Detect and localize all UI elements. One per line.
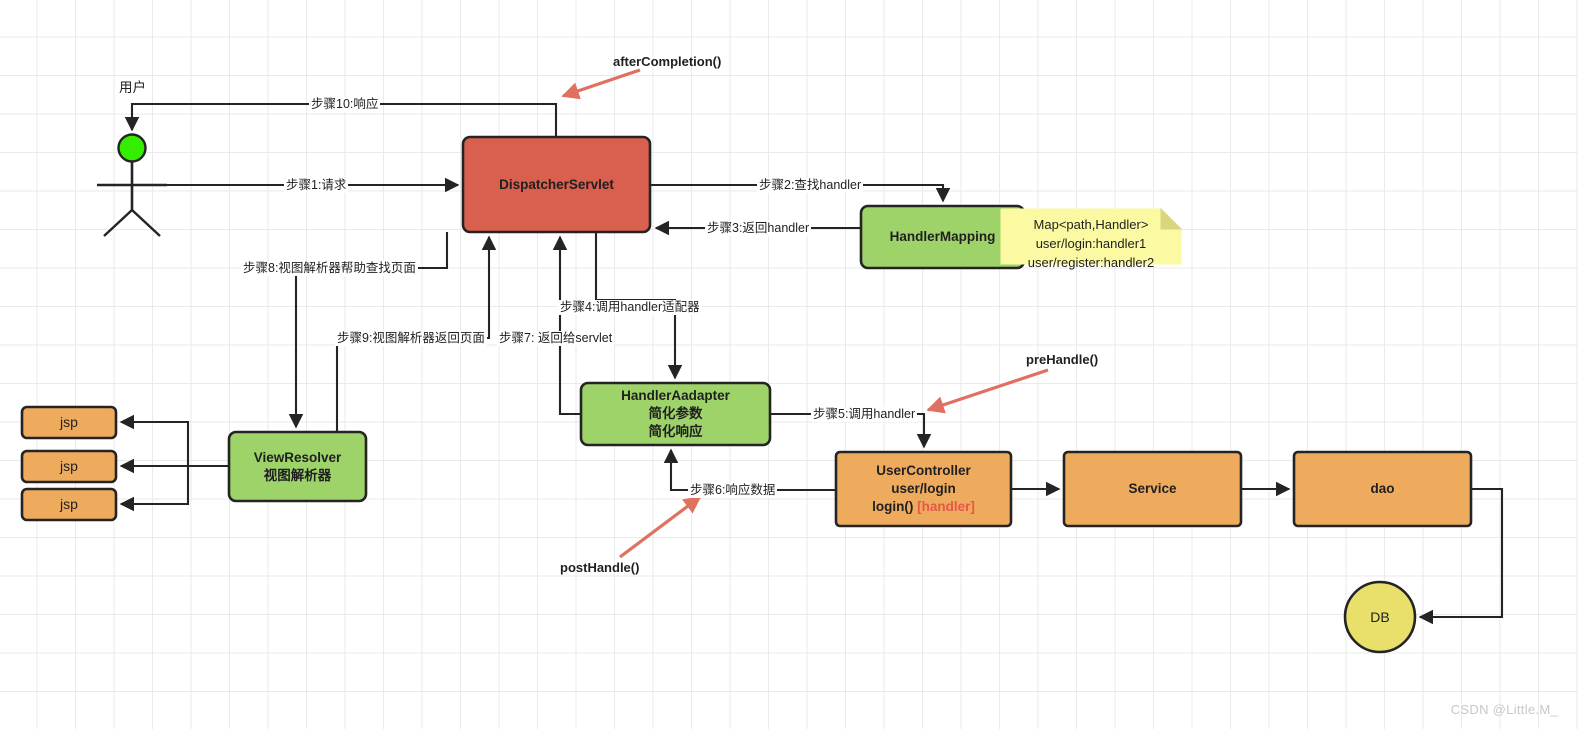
node-view-resolver[interactable] xyxy=(227,430,368,503)
note-line-1: Map<path,Handler> xyxy=(1033,217,1149,232)
edge-label-step3: 步骤3:返回handler xyxy=(705,221,812,236)
node-user-controller[interactable] xyxy=(834,450,1013,528)
annotation-arrow-post-handle xyxy=(619,495,702,559)
edge-step7 xyxy=(552,235,581,416)
edge-label-step5: 步骤5:调用handler xyxy=(811,407,918,422)
node-handler-mapping[interactable] xyxy=(859,204,1026,270)
edge-label-step4: 步骤4:调用handler适配器 xyxy=(558,300,702,315)
node-db[interactable] xyxy=(1343,580,1417,654)
actor-user xyxy=(97,133,167,237)
node-jsp-1[interactable] xyxy=(20,405,118,440)
annotation-after-completion: afterCompletion() xyxy=(613,54,722,69)
edge-label-step9: 步骤9:视图解析器返回页面 xyxy=(335,331,487,346)
edge-label-step8: 步骤8:视图解析器帮助查找页面 xyxy=(241,261,418,276)
note-line-3: user/register:handler2 xyxy=(1027,254,1155,270)
edge-label-step6: 步骤6:响应数据 xyxy=(688,483,778,498)
node-jsp-3[interactable] xyxy=(20,487,118,522)
edge-label-step7: 步骤7: 返回给servlet xyxy=(497,331,615,346)
watermark: CSDN @Little.M_ xyxy=(1450,702,1558,717)
edge-label-step10: 步骤10:响应 xyxy=(309,97,381,112)
note-handler-map-text: Map<path,Handler> user/login:handler1 us… xyxy=(1001,216,1181,273)
diagram-svg xyxy=(20,68,1504,654)
note-line-2: user/login:handler1 xyxy=(1035,235,1147,251)
node-jsp-2[interactable] xyxy=(20,449,118,484)
node-service[interactable] xyxy=(1062,450,1243,528)
annotation-post-handle: postHandle() xyxy=(560,560,640,575)
edge-label-step2: 步骤2:查找handler xyxy=(757,178,864,193)
actor-user-label: 用户 xyxy=(119,80,146,95)
annotation-arrow-pre-handle xyxy=(926,368,1049,414)
node-handler-adapter[interactable] xyxy=(579,381,772,447)
node-dispatcher-servlet[interactable] xyxy=(461,135,652,234)
edge-viewresolver-jsp1 xyxy=(119,414,190,466)
node-dao[interactable] xyxy=(1292,450,1473,528)
edge-viewresolver-jsp3 xyxy=(119,466,190,512)
annotation-arrow-after-completion xyxy=(561,68,641,100)
annotation-pre-handle: preHandle() xyxy=(1026,352,1099,367)
edge-label-step1: 步骤1:请求 xyxy=(284,178,349,193)
